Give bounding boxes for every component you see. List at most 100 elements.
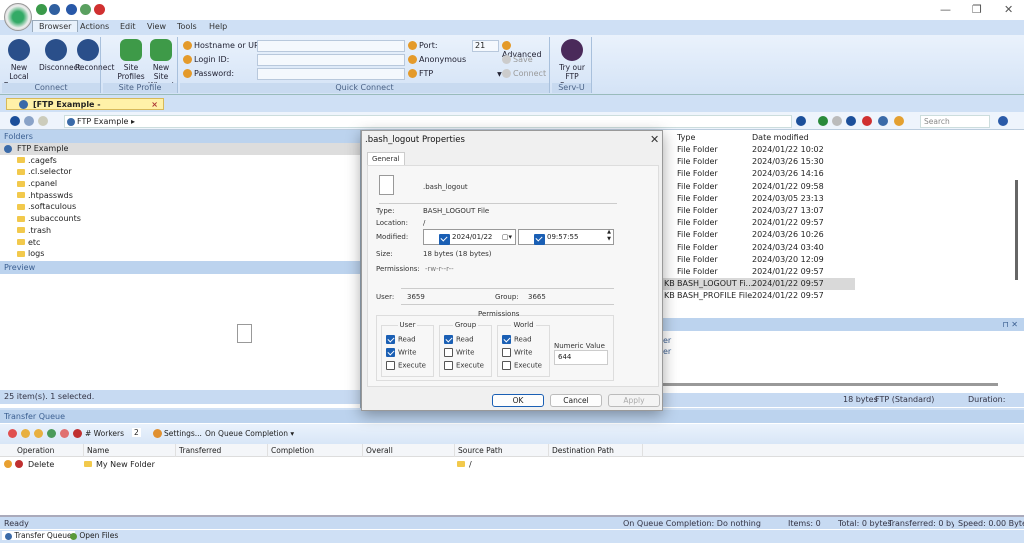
- column-overall[interactable]: Overall: [363, 444, 455, 457]
- file-row[interactable]: File Folder 2024/01/22 09:57: [663, 266, 855, 278]
- file-row[interactable]: File Folder 2024/03/26 14:16: [663, 168, 855, 180]
- tab-open-files[interactable]: Open Files: [70, 531, 118, 540]
- column-type[interactable]: Type: [677, 132, 695, 144]
- world-write-checkbox[interactable]: Write: [502, 348, 532, 357]
- forward-icon[interactable]: [24, 116, 34, 126]
- world-execute-checkbox[interactable]: Execute: [502, 361, 542, 370]
- horizontal-scrollbar[interactable]: [663, 383, 998, 386]
- document-tab[interactable]: [FTP Example - livetestingd... ×: [6, 98, 164, 120]
- password-input[interactable]: [257, 68, 405, 80]
- tab-actions[interactable]: Actions: [80, 22, 109, 31]
- compare-icon[interactable]: [846, 116, 856, 126]
- protocol-dropdown[interactable]: FTP ▼: [408, 69, 502, 78]
- refresh-icon[interactable]: [36, 4, 47, 15]
- group-write-checkbox[interactable]: Write: [444, 348, 474, 357]
- remove-icon[interactable]: [60, 429, 69, 438]
- workers-stepper[interactable]: 2: [132, 428, 141, 437]
- date-enabled-checkbox[interactable]: [439, 233, 450, 245]
- file-row[interactable]: File Folder 2024/03/26 15:30: [663, 156, 855, 168]
- go-icon[interactable]: [818, 116, 828, 126]
- pause-icon[interactable]: [21, 429, 30, 438]
- time-enabled-checkbox[interactable]: [534, 233, 545, 245]
- tab-tools[interactable]: Tools: [177, 22, 197, 31]
- search-icon[interactable]: [998, 116, 1008, 126]
- file-row[interactable]: File Folder 2024/01/22 09:57: [663, 217, 855, 229]
- search-input[interactable]: Search: [920, 115, 990, 128]
- column-date[interactable]: Date modified: [752, 132, 809, 144]
- up-folder-icon[interactable]: [38, 116, 48, 126]
- connect-button[interactable]: Connect: [502, 69, 546, 78]
- reconnect-button[interactable]: Reconnect: [75, 39, 114, 72]
- tab-browser[interactable]: Browser: [32, 20, 79, 32]
- time-spinner[interactable]: ▲ ▼: [607, 229, 611, 243]
- maximize-button[interactable]: ❐: [972, 3, 982, 16]
- tree-item[interactable]: .trash: [0, 225, 360, 237]
- site-profiles-button[interactable]: Site Profiles: [117, 39, 145, 81]
- file-row[interactable]: File Folder 2024/03/26 10:26: [663, 229, 855, 241]
- time-picker[interactable]: 09:57:55 ▲ ▼: [518, 229, 614, 245]
- site-manager-icon[interactable]: [49, 4, 60, 15]
- properties-icon[interactable]: [878, 116, 888, 126]
- file-row[interactable]: KB BASH_PROFILE File 2024/01/22 09:57: [663, 290, 855, 302]
- tree-item[interactable]: .htpasswds: [0, 190, 360, 202]
- tab-help[interactable]: Help: [209, 22, 227, 31]
- file-row[interactable]: File Folder 2024/01/22 09:58: [663, 181, 855, 193]
- user-read-checkbox[interactable]: Read: [386, 335, 416, 344]
- file-row[interactable]: File Folder 2024/03/24 03:40: [663, 242, 855, 254]
- view-icon[interactable]: [894, 116, 904, 126]
- hostname-input[interactable]: [257, 40, 405, 52]
- delete-icon[interactable]: [862, 116, 872, 126]
- tree-item[interactable]: .subaccounts: [0, 213, 360, 225]
- new-folder-icon[interactable]: [832, 116, 842, 126]
- pause-all-icon[interactable]: [34, 429, 43, 438]
- anonymous-checkbox[interactable]: Anonymous: [408, 55, 466, 64]
- user-execute-checkbox[interactable]: Execute: [386, 361, 426, 370]
- close-tab-icon[interactable]: ×: [151, 99, 158, 110]
- tab-general[interactable]: General: [367, 152, 405, 165]
- app-menu-button[interactable]: [4, 3, 32, 31]
- transfer-icon[interactable]: [80, 4, 91, 15]
- file-row[interactable]: File Folder 2024/01/22 10:02: [663, 144, 855, 156]
- column-operation[interactable]: Operation: [14, 444, 84, 457]
- calendar-icon[interactable]: ▢▾: [502, 230, 512, 244]
- start-icon[interactable]: [47, 429, 56, 438]
- port-input[interactable]: 21: [472, 40, 499, 52]
- tree-item[interactable]: .cagefs: [0, 155, 360, 167]
- close-button[interactable]: ✕: [1004, 3, 1013, 16]
- group-read-checkbox[interactable]: Read: [444, 335, 474, 344]
- tab-view[interactable]: View: [147, 22, 166, 31]
- column-destination-path[interactable]: Destination Path: [549, 444, 643, 457]
- world-read-checkbox[interactable]: Read: [502, 335, 532, 344]
- queue-row[interactable]: Delete My New Folder /: [0, 458, 1024, 471]
- dialog-close-button[interactable]: ✕: [650, 133, 659, 146]
- file-row[interactable]: KB BASH_LOGOUT Fi... 2024/01/22 09:57: [663, 278, 855, 291]
- tree-item[interactable]: etc: [0, 237, 360, 249]
- column-transferred[interactable]: Transferred: [176, 444, 268, 457]
- file-row[interactable]: File Folder 2024/03/27 13:07: [663, 205, 855, 217]
- date-picker[interactable]: 2024/01/22 ▢▾: [423, 229, 516, 245]
- ok-button[interactable]: OK: [492, 394, 544, 407]
- minimize-button[interactable]: —: [940, 3, 951, 16]
- column-source-path[interactable]: Source Path: [455, 444, 549, 457]
- apply-button[interactable]: Apply: [608, 394, 660, 407]
- user-write-checkbox[interactable]: Write: [386, 348, 416, 357]
- tree-root[interactable]: FTP Example: [0, 143, 360, 155]
- save-button[interactable]: Save: [502, 55, 533, 64]
- on-queue-completion-dropdown[interactable]: On Queue Completion ▾: [205, 429, 294, 438]
- cancel-button[interactable]: Cancel: [550, 394, 602, 407]
- stop-icon[interactable]: [8, 429, 17, 438]
- numeric-value-input[interactable]: 644: [554, 350, 608, 365]
- file-row[interactable]: File Folder 2024/03/20 12:09: [663, 254, 855, 266]
- tree-item[interactable]: .cpanel: [0, 178, 360, 190]
- connect-icon[interactable]: [66, 4, 77, 15]
- refresh-icon[interactable]: [796, 116, 806, 126]
- column-completion[interactable]: Completion: [268, 444, 363, 457]
- back-icon[interactable]: [10, 116, 20, 126]
- tab-edit[interactable]: Edit: [120, 22, 136, 31]
- tree-item[interactable]: logs: [0, 248, 360, 260]
- login-input[interactable]: [257, 54, 405, 66]
- tree-item[interactable]: .cl.selector: [0, 166, 360, 178]
- disconnect-icon[interactable]: [94, 4, 105, 15]
- file-row[interactable]: File Folder 2024/03/05 23:13: [663, 193, 855, 205]
- column-name[interactable]: Name: [84, 444, 176, 457]
